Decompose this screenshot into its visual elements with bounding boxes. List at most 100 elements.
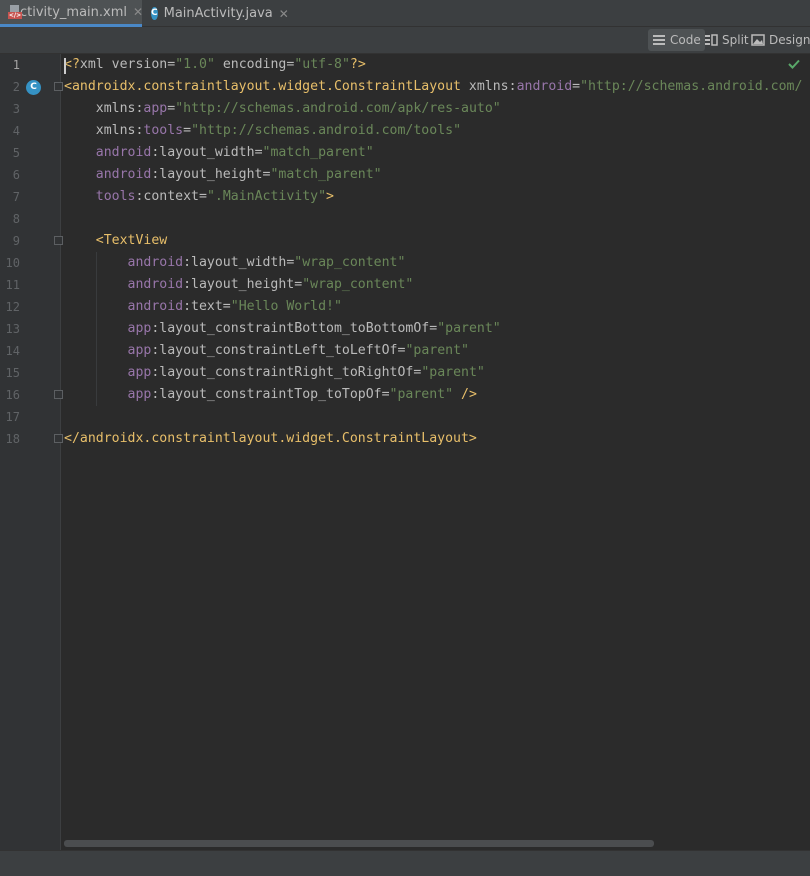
code-token: "utf-8" bbox=[294, 57, 350, 72]
code-token: = bbox=[167, 101, 176, 116]
code-token: <? bbox=[64, 57, 80, 72]
code-token: = bbox=[183, 123, 192, 138]
code-token: "parent" bbox=[437, 321, 501, 336]
code-view-icon bbox=[653, 35, 665, 45]
code-token: :layout_width bbox=[183, 255, 287, 270]
line-number: 3 bbox=[12, 102, 20, 116]
code-token: :text bbox=[183, 299, 223, 314]
code-token: "Hello World!" bbox=[230, 299, 342, 314]
code-line[interactable]: android:text="Hello World!" bbox=[64, 296, 342, 318]
line-number: 6 bbox=[12, 168, 20, 182]
fold-marker-icon[interactable] bbox=[54, 434, 63, 443]
line-number: 2 bbox=[12, 80, 20, 94]
code-line[interactable]: <?xml version="1.0" encoding="utf-8"?> bbox=[64, 54, 366, 76]
design-view-icon bbox=[751, 34, 765, 46]
text-caret bbox=[64, 58, 66, 74]
code-token: ?> bbox=[349, 57, 366, 72]
line-number: 4 bbox=[12, 124, 20, 138]
code-token: :layout_constraintBottom_toBottomOf bbox=[151, 321, 430, 336]
code-token: "wrap_content" bbox=[294, 255, 406, 270]
code-line[interactable]: app:layout_constraintLeft_toLeftOf="pare… bbox=[64, 340, 469, 362]
code-token: "parent" bbox=[421, 365, 485, 380]
editor-view-toolbar: Code Split Design bbox=[0, 27, 810, 54]
code-token: <androidx.constraintlayout.widget.Constr… bbox=[64, 79, 469, 94]
code-token: = bbox=[429, 321, 438, 336]
code-token: "match_parent" bbox=[262, 145, 374, 160]
code-token: :context bbox=[135, 189, 199, 204]
code-line[interactable]: xmlns:app="http://schemas.android.com/ap… bbox=[64, 98, 501, 120]
line-number: 16 bbox=[5, 388, 20, 402]
code-line[interactable]: app:layout_constraintBottom_toBottomOf="… bbox=[64, 318, 501, 340]
fold-marker-icon[interactable] bbox=[54, 390, 63, 399]
code-line[interactable]: </androidx.constraintlayout.widget.Const… bbox=[64, 428, 477, 450]
split-view-button[interactable]: Split bbox=[700, 29, 753, 51]
code-line[interactable]: android:layout_height="match_parent" bbox=[64, 164, 382, 186]
fold-marker-icon[interactable] bbox=[54, 82, 63, 91]
code-token: > bbox=[326, 189, 334, 204]
code-token: xmlns: bbox=[64, 101, 144, 116]
code-token: android bbox=[64, 167, 152, 182]
code-token: xml version bbox=[79, 57, 168, 72]
code-line[interactable]: <TextView bbox=[64, 230, 167, 252]
code-line[interactable]: android:layout_width="match_parent" bbox=[64, 142, 374, 164]
code-token: :layout_constraintRight_toRightOf bbox=[151, 365, 414, 380]
close-icon[interactable]: ✕ bbox=[133, 5, 143, 19]
code-token: "parent" bbox=[405, 343, 469, 358]
tab-activity-main-xml[interactable]: </> activity_main.xml ✕ bbox=[0, 0, 143, 27]
code-line[interactable]: app:layout_constraintTop_toTopOf="parent… bbox=[64, 384, 477, 406]
code-token: android bbox=[64, 299, 184, 314]
line-number: 11 bbox=[5, 278, 20, 292]
code-token: tools bbox=[64, 189, 136, 204]
line-number: 1 bbox=[12, 58, 20, 72]
code-token: app bbox=[64, 365, 152, 380]
code-token: android bbox=[516, 79, 573, 94]
view-mode-label: Code bbox=[670, 33, 701, 47]
line-number: 7 bbox=[12, 190, 20, 204]
code-token: :layout_height bbox=[151, 167, 263, 182]
status-bar bbox=[0, 850, 810, 876]
java-class-icon: C bbox=[151, 7, 158, 20]
code-token: = bbox=[572, 79, 581, 94]
editor-tab-bar: </> activity_main.xml ✕ C MainActivity.j… bbox=[0, 0, 810, 27]
class-marker-icon[interactable]: C bbox=[26, 80, 41, 95]
view-mode-label: Split bbox=[722, 33, 749, 47]
line-number: 5 bbox=[12, 146, 20, 160]
code-token: = bbox=[294, 277, 303, 292]
code-line[interactable]: xmlns:tools="http://schemas.android.com/… bbox=[64, 120, 461, 142]
code-token: app bbox=[64, 343, 152, 358]
code-token: "1.0" bbox=[175, 57, 215, 72]
line-number: 10 bbox=[5, 256, 20, 270]
code-token: = bbox=[254, 145, 263, 160]
tab-main-activity-java[interactable]: C MainActivity.java ✕ bbox=[143, 0, 289, 27]
code-view-button[interactable]: Code bbox=[648, 29, 705, 51]
check-icon bbox=[788, 59, 800, 69]
code-token: = bbox=[167, 57, 176, 72]
code-token: android bbox=[64, 145, 152, 160]
design-view-button[interactable]: Design bbox=[747, 29, 810, 51]
code-line[interactable]: app:layout_constraintRight_toRightOf="pa… bbox=[64, 362, 485, 384]
tab-label: MainActivity.java bbox=[163, 6, 273, 21]
code-line[interactable]: android:layout_width="wrap_content" bbox=[64, 252, 406, 274]
tab-label: activity_main.xml bbox=[12, 4, 128, 20]
code-line[interactable]: <androidx.constraintlayout.widget.Constr… bbox=[64, 76, 802, 98]
close-icon[interactable]: ✕ bbox=[279, 7, 289, 21]
code-token: = bbox=[381, 387, 390, 402]
line-number: 17 bbox=[5, 410, 20, 424]
code-line[interactable]: android:layout_height="wrap_content" bbox=[64, 274, 414, 296]
code-token: :layout_width bbox=[151, 145, 255, 160]
code-token: xmlns: bbox=[468, 79, 517, 94]
code-token: ".MainActivity" bbox=[206, 189, 327, 204]
fold-marker-icon[interactable] bbox=[54, 236, 63, 245]
code-token: :layout_height bbox=[183, 277, 295, 292]
code-token: = bbox=[199, 189, 207, 204]
code-line[interactable]: tools:context=".MainActivity"> bbox=[64, 186, 334, 208]
code-token: "http://schemas.android.com/ bbox=[580, 79, 803, 94]
code-token: tools bbox=[143, 123, 184, 138]
horizontal-scrollbar[interactable] bbox=[64, 840, 654, 847]
code-token: xmlns: bbox=[64, 123, 144, 138]
gutter-divider bbox=[60, 54, 61, 850]
code-token: /> bbox=[453, 387, 477, 402]
line-number: 14 bbox=[5, 344, 20, 358]
code-token: "http://schemas.android.com/apk/res-auto… bbox=[175, 101, 501, 116]
split-view-icon bbox=[705, 34, 718, 46]
